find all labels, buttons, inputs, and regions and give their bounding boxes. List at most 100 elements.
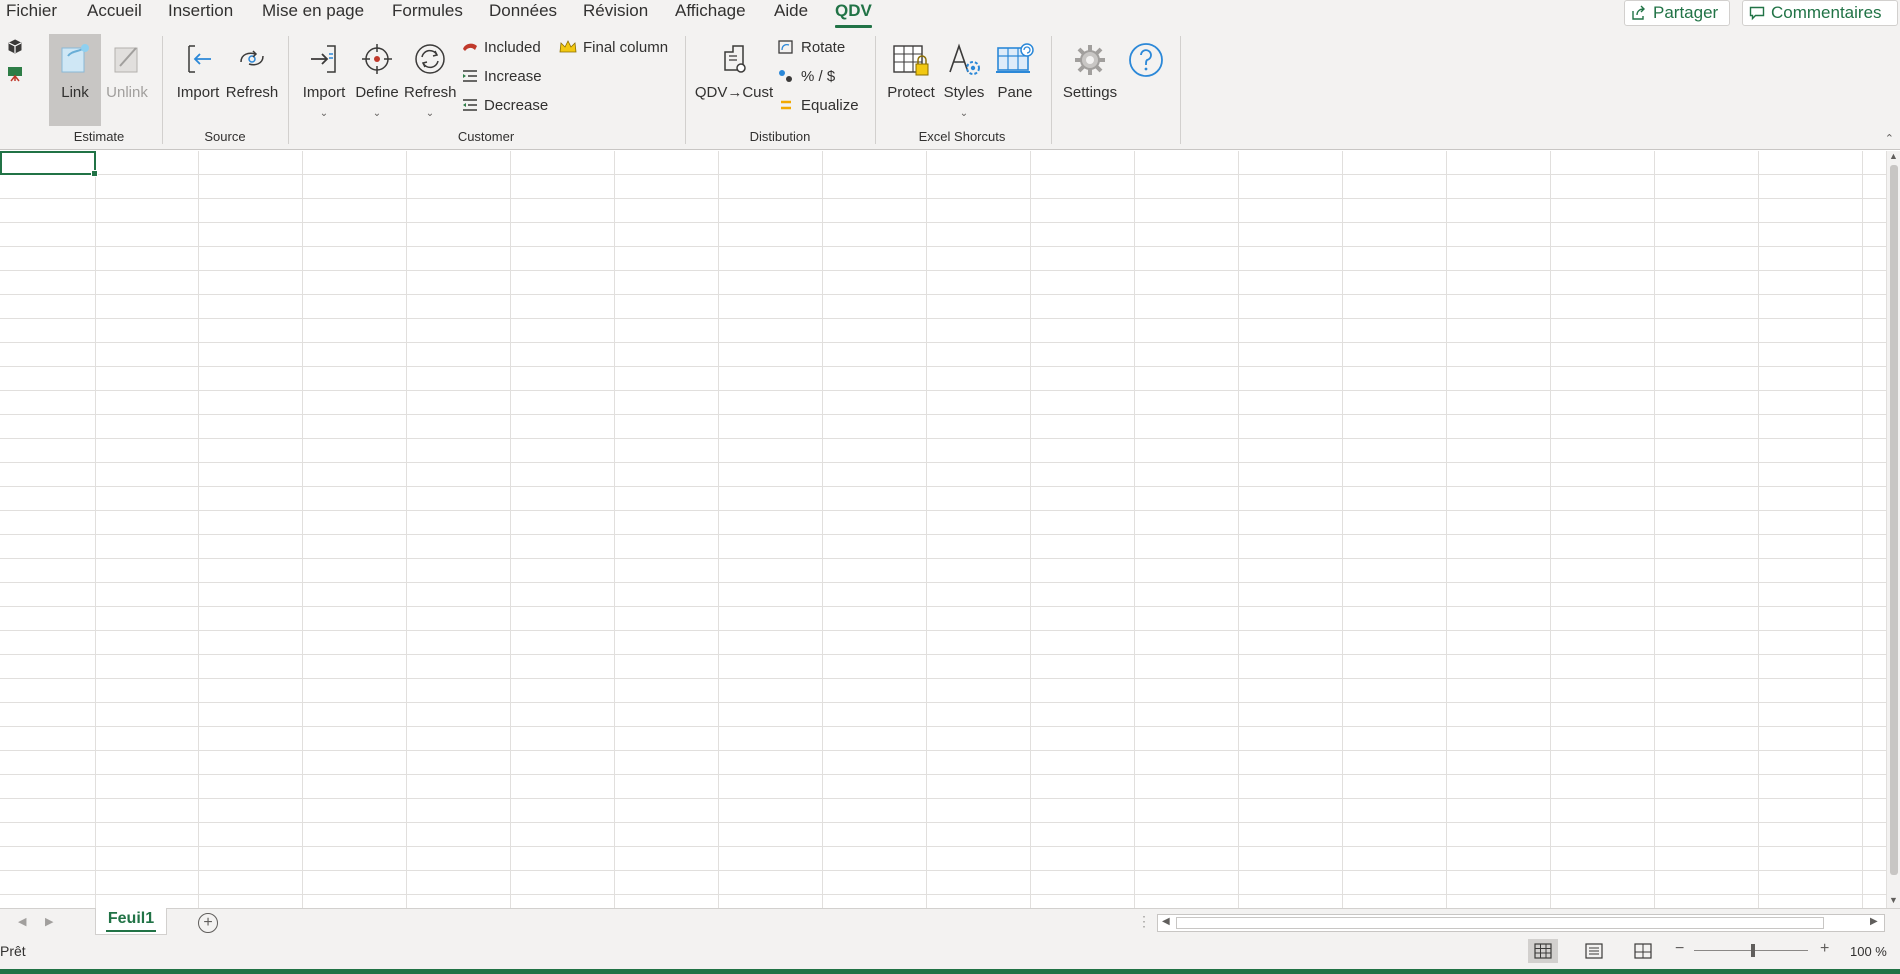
included-button[interactable]: Included xyxy=(462,35,541,59)
group-label-estimate: Estimate xyxy=(73,129,125,144)
customer-refresh-button[interactable]: Refresh ⌄ xyxy=(404,34,457,126)
gear-icon xyxy=(1072,42,1108,82)
share-button[interactable]: Partager xyxy=(1624,0,1730,26)
zoom-slider-thumb[interactable] xyxy=(1751,944,1755,957)
sheet-next-icon[interactable]: ▶ xyxy=(45,915,53,928)
horizontal-scrollbar[interactable]: ◀ ▶ xyxy=(1157,914,1885,932)
worksheet-grid[interactable] xyxy=(0,151,1886,908)
zoom-out-icon[interactable]: − xyxy=(1675,940,1684,958)
zoom-level[interactable]: 100 % xyxy=(1850,944,1887,959)
group-label-source: Source xyxy=(204,129,246,144)
styles-button[interactable]: Styles ⌄ xyxy=(940,34,988,126)
pane-button[interactable]: Pane xyxy=(990,34,1040,126)
unlink-icon xyxy=(110,42,144,80)
group-label-excel-shortcuts: Excel Shorcuts xyxy=(918,129,1006,144)
group-separator xyxy=(1051,36,1052,144)
source-import-button[interactable]: Import xyxy=(174,34,222,126)
tab-affichage[interactable]: Affichage xyxy=(675,0,746,22)
status-ready: Prêt xyxy=(0,943,26,959)
vertical-scrollbar[interactable]: ▲ ▼ xyxy=(1886,151,1900,908)
cube-icon[interactable] xyxy=(6,38,24,61)
collapse-ribbon-icon[interactable]: ⌃ xyxy=(1885,132,1894,145)
styles-label: Styles xyxy=(943,84,985,101)
percent-dollar-button[interactable]: % / $ xyxy=(777,64,835,88)
scroll-right-icon[interactable]: ▶ xyxy=(1870,916,1878,927)
customer-import-label: Import xyxy=(302,84,346,101)
refresh-icon xyxy=(413,42,447,80)
tab-donnees[interactable]: Données xyxy=(489,0,557,22)
chevron-down-icon: ⌄ xyxy=(372,108,382,119)
link-button[interactable]: Link xyxy=(49,34,101,126)
link-label: Link xyxy=(61,84,89,101)
increase-button[interactable]: Increase xyxy=(462,64,542,88)
import-arrow-icon xyxy=(181,42,215,80)
customer-define-button[interactable]: Define ⌄ xyxy=(352,34,402,126)
horizontal-scroll-thumb[interactable] xyxy=(1176,917,1824,929)
qdv-cust-button[interactable]: QDV→Cust xyxy=(694,34,774,126)
page-layout-view-button[interactable] xyxy=(1579,939,1609,963)
equalize-icon xyxy=(781,100,791,110)
source-refresh-label: Refresh xyxy=(225,84,279,101)
decrease-icon xyxy=(463,99,477,111)
rotate-icon xyxy=(778,40,793,54)
scroll-left-icon[interactable]: ◀ xyxy=(1162,916,1170,927)
target-icon xyxy=(360,42,394,80)
percent-dollar-icon xyxy=(779,70,792,82)
equalize-label: Equalize xyxy=(801,96,859,114)
lock-sheet-icon xyxy=(892,42,930,82)
splitter-handle-icon[interactable]: ⋮ xyxy=(1137,913,1151,930)
customer-import-button[interactable]: Import ⌄ xyxy=(298,34,350,126)
zoom-in-icon[interactable]: + xyxy=(1820,940,1829,958)
customer-define-label: Define xyxy=(355,84,399,101)
tab-revision[interactable]: Révision xyxy=(583,0,648,22)
unlink-button: Unlink xyxy=(103,34,151,126)
rotate-button[interactable]: Rotate xyxy=(777,35,845,59)
tab-mise-en-page[interactable]: Mise en page xyxy=(262,0,364,22)
tab-qdv[interactable]: QDV xyxy=(835,0,872,28)
protect-label: Protect xyxy=(887,84,935,101)
tab-formules[interactable]: Formules xyxy=(392,0,463,22)
import-into-icon xyxy=(307,42,341,80)
equalize-button[interactable]: Equalize xyxy=(777,93,859,117)
pane-label: Pane xyxy=(997,84,1033,101)
scroll-down-icon[interactable]: ▼ xyxy=(1889,895,1898,905)
styles-icon xyxy=(946,42,982,82)
normal-view-button[interactable] xyxy=(1528,939,1558,963)
increase-label: Increase xyxy=(484,67,542,85)
settings-button[interactable]: Settings xyxy=(1058,34,1122,126)
help-icon xyxy=(1128,42,1164,82)
ribbon: Link Unlink Estimate Import Refresh Sour… xyxy=(0,30,1900,150)
sheet-tab-feuil1[interactable]: Feuil1 xyxy=(95,908,167,935)
tab-fichier[interactable]: Fichier xyxy=(6,0,57,22)
tab-accueil[interactable]: Accueil xyxy=(87,0,142,22)
unlink-label: Unlink xyxy=(106,84,148,101)
active-cell[interactable] xyxy=(0,151,98,177)
tab-insertion[interactable]: Insertion xyxy=(168,0,233,22)
help-button[interactable] xyxy=(1124,34,1168,126)
percent-dollar-label: % / $ xyxy=(801,67,836,85)
final-column-button[interactable]: Final column xyxy=(559,35,668,59)
sheet-tabs-bar: ◀ ▶ Feuil1 + ⋮ ◀ ▶ xyxy=(0,908,1900,936)
chevron-down-icon: ⌄ xyxy=(319,108,329,119)
vertical-scroll-thumb[interactable] xyxy=(1890,165,1898,875)
group-separator xyxy=(162,36,163,144)
pane-icon xyxy=(995,42,1035,82)
page-break-icon xyxy=(1634,943,1652,959)
group-separator xyxy=(288,36,289,144)
protect-button[interactable]: Protect xyxy=(884,34,938,126)
page-break-view-button[interactable] xyxy=(1628,939,1658,963)
refresh-link-icon xyxy=(235,42,269,80)
tab-aide[interactable]: Aide xyxy=(774,0,808,22)
window-bottom-border xyxy=(0,969,1900,974)
comments-label: Commentaires xyxy=(1771,3,1882,22)
increase-icon xyxy=(463,70,477,82)
sheet-prev-icon[interactable]: ◀ xyxy=(18,915,26,928)
decrease-button[interactable]: Decrease xyxy=(462,93,548,117)
source-refresh-button[interactable]: Refresh xyxy=(224,34,280,126)
easel-icon[interactable] xyxy=(6,65,24,88)
comments-button[interactable]: Commentaires xyxy=(1742,0,1898,26)
comment-icon xyxy=(1749,6,1765,21)
scroll-up-icon[interactable]: ▲ xyxy=(1889,151,1898,161)
final-column-label: Final column xyxy=(583,38,669,56)
add-sheet-button[interactable]: + xyxy=(198,913,218,933)
